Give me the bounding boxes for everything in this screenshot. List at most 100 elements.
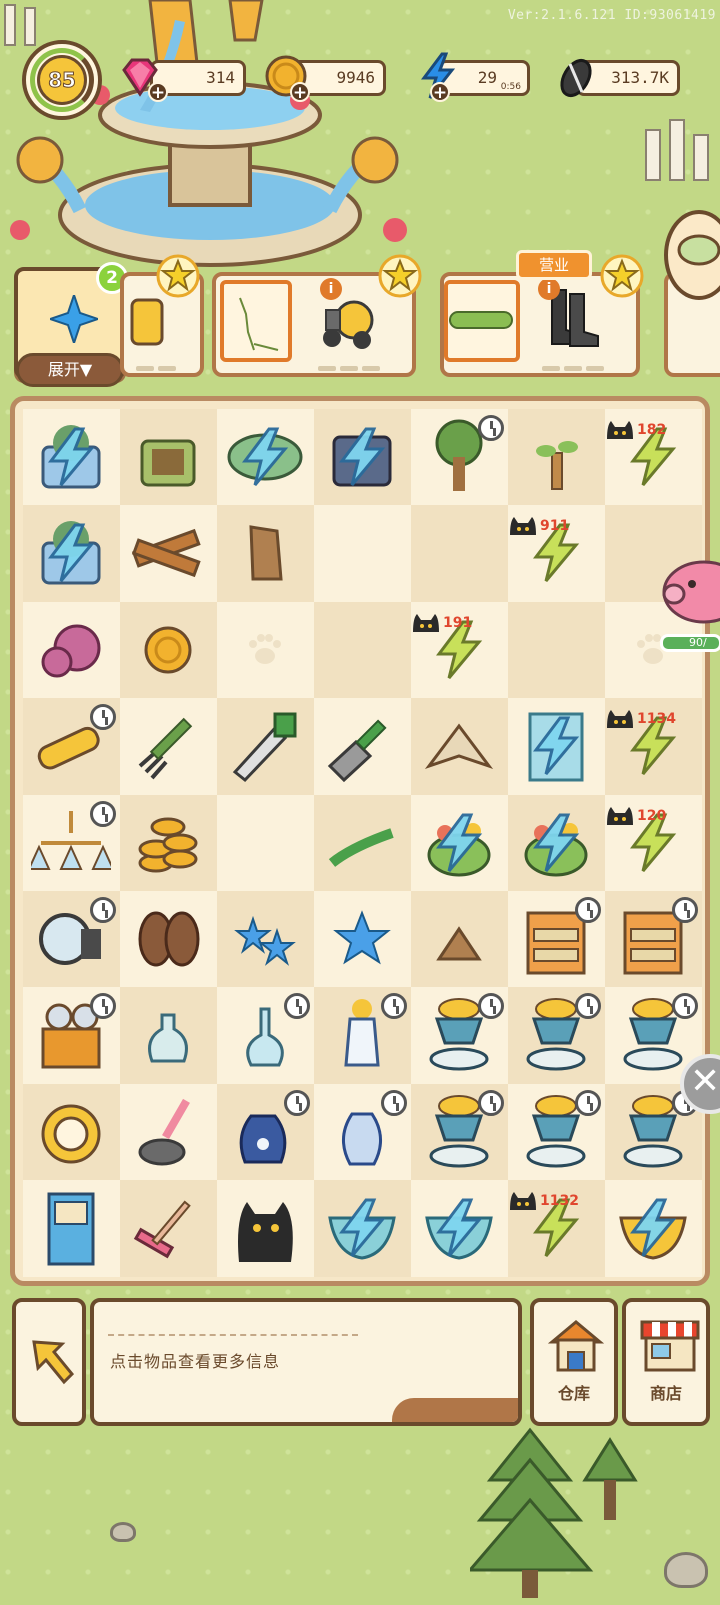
- board-cell[interactable]: [411, 1180, 508, 1277]
- board-cell[interactable]: [508, 698, 605, 795]
- empty-board-cell[interactable]: [508, 601, 605, 699]
- squeegee-icon: [133, 1200, 191, 1259]
- info-divider: [108, 1334, 358, 1336]
- empty-board-cell[interactable]: [217, 601, 314, 699]
- board-cell[interactable]: 191: [411, 601, 508, 699]
- warehouse-label: 仓库: [557, 1384, 590, 1403]
- board-cell[interactable]: 182: [605, 409, 702, 506]
- board-cell[interactable]: [23, 698, 120, 795]
- board-cell[interactable]: [508, 890, 605, 988]
- board-cell[interactable]: [411, 409, 508, 506]
- board-cell[interactable]: [605, 1180, 702, 1277]
- board-cell[interactable]: [120, 1083, 217, 1181]
- board-cell[interactable]: [314, 1083, 411, 1181]
- board-cell[interactable]: [23, 794, 120, 891]
- warehouse-button[interactable]: 仓库: [530, 1298, 618, 1426]
- energy-lightning-icon: [339, 1198, 386, 1258]
- clock-icon: [90, 704, 116, 731]
- board-cell[interactable]: [314, 698, 411, 795]
- empty-board-cell[interactable]: [314, 505, 411, 602]
- board-cell[interactable]: [314, 794, 411, 891]
- energy-lightning-icon: [48, 523, 95, 583]
- order-info-icon[interactable]: i: [538, 278, 560, 300]
- board-cell[interactable]: [508, 409, 605, 506]
- energy-timer: 0:56: [500, 82, 521, 92]
- board-cell[interactable]: [508, 1083, 605, 1181]
- business-tab[interactable]: 营业: [516, 250, 592, 280]
- board-cell[interactable]: [120, 409, 217, 506]
- paw-slippers-icon: [138, 911, 200, 967]
- board-cell[interactable]: [411, 1083, 508, 1181]
- star-badge-icon: [600, 254, 644, 298]
- black-cat-icon: [607, 710, 633, 729]
- clock-icon: [90, 800, 116, 827]
- gold-compass-icon: [41, 1104, 101, 1164]
- sunflower-seed-icon: [560, 58, 592, 98]
- board-cell[interactable]: [314, 1180, 411, 1277]
- board-cell[interactable]: [23, 1180, 120, 1277]
- board-cell[interactable]: [508, 987, 605, 1084]
- energy-lightning-icon: [339, 427, 386, 486]
- order-progress: [318, 356, 384, 371]
- board-cell[interactable]: [411, 987, 508, 1084]
- board-cell[interactable]: [314, 987, 411, 1084]
- version-label: Ver:2.1.6.121 ID:93061419: [507, 8, 716, 23]
- hand-saw-icon: [232, 712, 297, 783]
- empty-board-cell[interactable]: [411, 505, 508, 602]
- cat-timer-label: 120: [605, 805, 666, 827]
- board-cell[interactable]: [411, 794, 508, 891]
- board-cell[interactable]: [23, 505, 120, 602]
- board-cell[interactable]: [217, 890, 314, 988]
- energy-value: 29: [477, 68, 497, 87]
- board-cell[interactable]: [508, 794, 605, 891]
- energy-lightning-icon: [533, 813, 580, 872]
- board-cell[interactable]: 1132: [508, 1180, 605, 1277]
- empty-board-cell[interactable]: [217, 794, 314, 891]
- rock-decoration: [664, 1552, 708, 1588]
- board-cell[interactable]: [23, 409, 120, 506]
- add-gems-icon[interactable]: +: [148, 82, 168, 102]
- board-cell[interactable]: [120, 601, 217, 699]
- board-cell[interactable]: [217, 698, 314, 795]
- board-cell[interactable]: [23, 987, 120, 1084]
- board-cell[interactable]: [217, 409, 314, 506]
- board-cell[interactable]: [120, 1180, 217, 1277]
- board-cell[interactable]: [217, 987, 314, 1084]
- item-info-panel: 点击物品查看更多信息: [90, 1298, 522, 1426]
- empty-board-cell[interactable]: [314, 601, 411, 699]
- board-cell[interactable]: [217, 1083, 314, 1181]
- board-cell[interactable]: [217, 1180, 314, 1277]
- piggy-bank-progress: 90/: [660, 634, 720, 652]
- board-cell[interactable]: [120, 698, 217, 795]
- board-grid: 182 911 191 1134 120 1132: [23, 409, 703, 1277]
- board-cell[interactable]: [23, 601, 120, 699]
- board-cell[interactable]: [314, 890, 411, 988]
- board-cell[interactable]: [120, 505, 217, 602]
- black-cat-icon: [607, 806, 633, 825]
- board-cell[interactable]: 1134: [605, 698, 702, 795]
- board-cell[interactable]: 120: [605, 794, 702, 891]
- board-cell[interactable]: [411, 890, 508, 988]
- board-cell[interactable]: [605, 890, 702, 988]
- shop-button[interactable]: 商店: [622, 1298, 710, 1426]
- piggy-bank-icon[interactable]: [656, 548, 720, 630]
- coins-value: 9946: [336, 68, 375, 87]
- board-cell[interactable]: [217, 505, 314, 602]
- cat-timer-label: 1134: [605, 708, 676, 730]
- add-energy-icon[interactable]: +: [430, 82, 450, 102]
- board-cell[interactable]: [411, 698, 508, 795]
- back-button[interactable]: [12, 1298, 86, 1426]
- board-cell[interactable]: 911: [508, 505, 605, 602]
- yellow-tool-icon: [130, 298, 164, 346]
- board-cell[interactable]: [120, 794, 217, 891]
- board-cell[interactable]: [314, 409, 411, 506]
- add-coins-icon[interactable]: +: [290, 82, 310, 102]
- expand-label[interactable]: 展开▼: [16, 353, 124, 387]
- order-info-icon[interactable]: i: [320, 278, 342, 300]
- player-level-badge[interactable]: 85: [22, 40, 102, 120]
- board-cell[interactable]: [23, 1083, 120, 1181]
- clock-icon: [672, 896, 698, 923]
- board-cell[interactable]: [120, 987, 217, 1084]
- board-cell[interactable]: [120, 890, 217, 988]
- board-cell[interactable]: [23, 890, 120, 988]
